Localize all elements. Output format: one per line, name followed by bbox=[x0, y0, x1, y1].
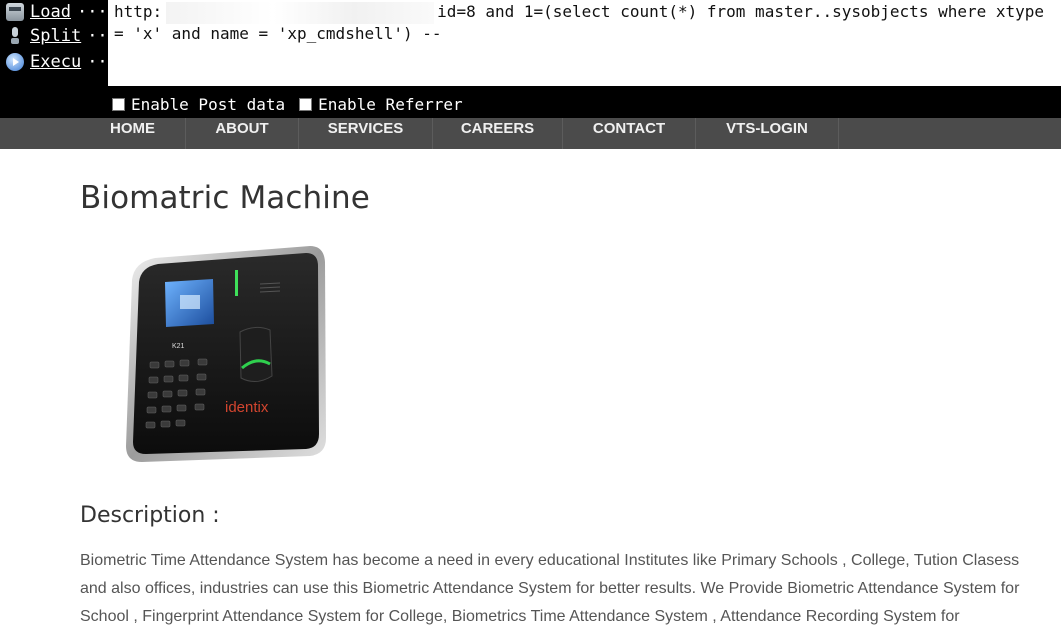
description-heading: Description : bbox=[80, 503, 220, 528]
biometric-device-image: K21 identix bbox=[126, 246, 326, 462]
execute-button[interactable]: Execu ··· bbox=[6, 50, 118, 74]
enable-referrer-checkbox[interactable] bbox=[299, 97, 313, 111]
enable-post-data-checkbox[interactable] bbox=[112, 97, 125, 111]
page-title: Biomatric Machine bbox=[80, 180, 370, 216]
nav-item-vts-login[interactable]: VTS-LOGIN bbox=[696, 118, 839, 149]
url-redacted-region bbox=[166, 2, 434, 24]
hackbar-options: Enable Post data Enable Referrer bbox=[112, 92, 463, 116]
split-url-icon bbox=[10, 27, 20, 45]
split-url-button[interactable]: Split ··· bbox=[6, 24, 118, 48]
load-url-icon bbox=[6, 3, 24, 21]
nav-item-contact[interactable]: CONTACT bbox=[563, 118, 696, 149]
description-text: Biometric Time Attendance System has bec… bbox=[80, 552, 1020, 625]
device-model-label: K21 bbox=[172, 343, 185, 350]
enable-post-data-label: Enable Post data bbox=[131, 94, 286, 114]
load-url-button[interactable]: Load ··· bbox=[6, 0, 108, 24]
enable-referrer-label: Enable Referrer bbox=[318, 94, 463, 114]
nav-item-home[interactable]: HOME bbox=[80, 118, 186, 149]
execute-icon bbox=[6, 53, 24, 71]
nav-item-services[interactable]: SERVICES bbox=[299, 118, 433, 149]
nav-item-careers[interactable]: CAREERS bbox=[433, 118, 563, 149]
split-url-label: Split bbox=[30, 26, 82, 46]
load-url-label: Load bbox=[30, 2, 71, 22]
enable-post-data-option[interactable]: Enable Post data bbox=[112, 95, 285, 114]
hackbar-toolbar: Load ··· Split ··· Execu ··· http: id=8 a… bbox=[0, 0, 1061, 118]
enable-referrer-option[interactable]: Enable Referrer bbox=[299, 95, 463, 114]
url-prefix: http: bbox=[114, 2, 163, 21]
hackbar-buttons: Load ··· Split ··· Execu ··· bbox=[0, 0, 118, 88]
device-brand-logo: identix bbox=[225, 399, 269, 416]
execute-label: Execu bbox=[30, 52, 82, 72]
main-navigation: HOME ABOUT SERVICES CAREERS CONTACT VTS-… bbox=[0, 118, 1061, 149]
nav-item-about[interactable]: ABOUT bbox=[186, 118, 299, 149]
load-url-overflow: ··· bbox=[76, 2, 108, 22]
